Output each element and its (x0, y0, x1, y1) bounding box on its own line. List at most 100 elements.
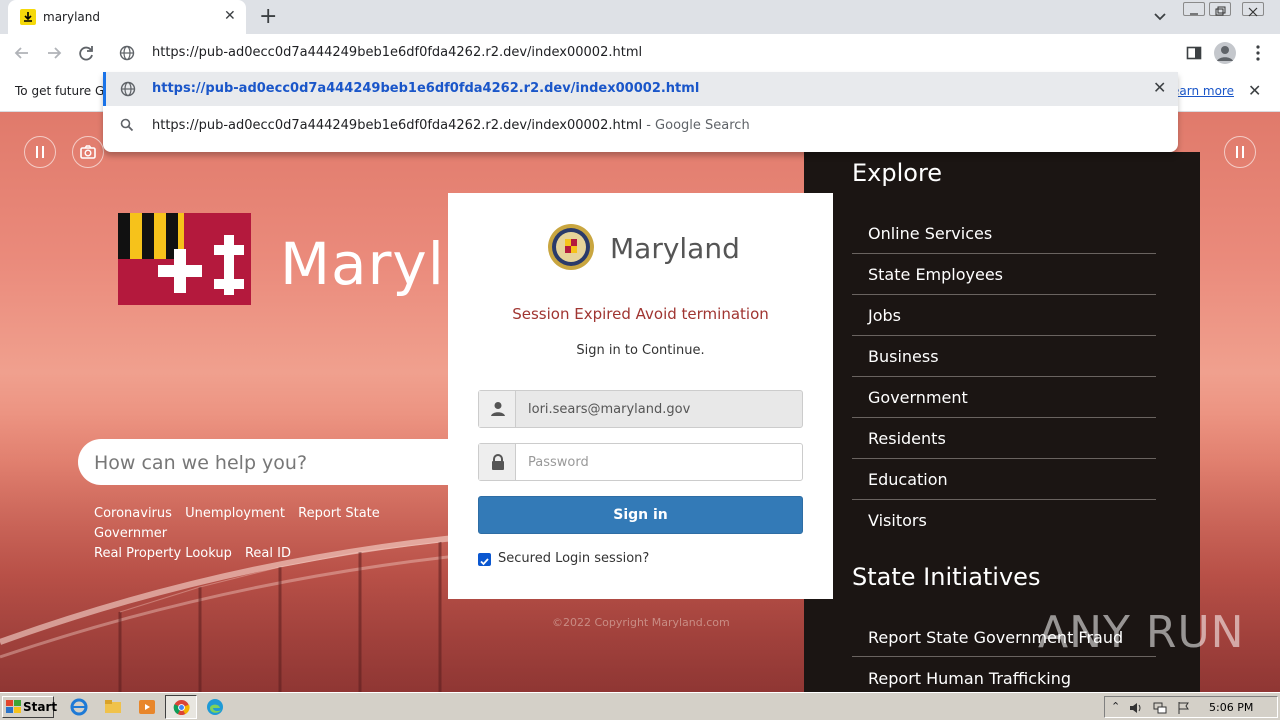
omnibox-suggestions: https://pub-ad0ecc0d7a444249beb1e6df0fda… (103, 72, 1178, 152)
explore-item-label: Jobs (868, 306, 901, 325)
search-icon (120, 118, 134, 132)
tab-close-icon[interactable]: ✕ (224, 8, 236, 24)
quick-link[interactable]: Real ID (245, 546, 291, 561)
infobar-close-icon[interactable]: ✕ (1248, 81, 1261, 100)
initiatives-title: State Initiatives (852, 563, 1041, 591)
initiative-label: Report Human Trafficking (868, 669, 1071, 688)
quick-link[interactable]: Coronavirus (94, 506, 172, 521)
explore-item[interactable]: State Employees (852, 254, 1156, 295)
login-brand: Maryland (610, 232, 740, 265)
explore-item[interactable]: Visitors (852, 500, 1156, 541)
quick-links: Coronavirus Unemployment Report State Go… (94, 504, 454, 564)
tray-expand-icon[interactable]: ⌃ (1111, 700, 1120, 713)
menu-kebab-icon[interactable] (1252, 45, 1264, 61)
maryland-seal-icon (548, 224, 594, 270)
tab-strip: maryland ✕ + (0, 0, 1280, 34)
photo-info-button[interactable] (72, 136, 104, 168)
session-warning: Session Expired Avoid termination (512, 305, 769, 323)
internet-explorer-icon[interactable] (70, 698, 88, 716)
pause-slideshow-button[interactable] (24, 136, 56, 168)
suggestion-url[interactable]: https://pub-ad0ecc0d7a444249beb1e6df0fda… (152, 81, 699, 96)
lock-icon (479, 444, 516, 480)
secured-session-label: Secured Login session? (498, 551, 650, 566)
address-bar[interactable]: https://pub-ad0ecc0d7a444249beb1e6df0fda… (103, 34, 1178, 72)
initiative-item[interactable]: Report Human Trafficking (852, 657, 1156, 692)
tab-title: maryland (43, 10, 100, 24)
quick-link[interactable]: Unemployment (185, 506, 285, 521)
page-content: Maryl How can we help you? Coronavirus U… (0, 112, 1280, 692)
start-label: Start (23, 700, 58, 714)
address-text[interactable]: https://pub-ad0ecc0d7a444249beb1e6df0fda… (152, 45, 642, 60)
site-search-input[interactable]: How can we help you? (78, 439, 478, 485)
back-arrow-icon[interactable] (11, 42, 33, 64)
pause-icon (36, 146, 44, 158)
maryland-flag-logo (118, 213, 251, 305)
pause-icon (1236, 146, 1244, 158)
suggestion-suffix: - Google Search (642, 118, 750, 133)
anyrun-watermark: ANY RUN (1038, 607, 1245, 658)
login-modal: Maryland Session Expired Avoid terminati… (448, 193, 833, 599)
password-field[interactable]: Password (478, 443, 803, 481)
start-button[interactable]: Start (2, 696, 58, 718)
explore-item-label: State Employees (868, 265, 1004, 284)
globe-icon (120, 81, 136, 97)
pause-slideshow-button-right[interactable] (1224, 136, 1256, 168)
copyright-text: ©2022 Copyright Maryland.com (552, 616, 730, 629)
media-player-icon[interactable] (138, 698, 156, 716)
system-tray: ⌃ 5:06 PM (1104, 696, 1278, 718)
tab-search-chevron-icon[interactable] (1153, 9, 1167, 23)
edge-icon[interactable] (206, 698, 224, 716)
explore-item[interactable]: Education (852, 459, 1156, 500)
quick-link[interactable]: Real Property Lookup (94, 546, 232, 561)
login-subtitle: Sign in to Continue. (576, 343, 705, 358)
checkbox-checked-icon[interactable] (478, 553, 491, 566)
download-icon (20, 9, 36, 25)
email-value: lori.sears@maryland.gov (528, 402, 691, 417)
explore-title: Explore (852, 159, 943, 187)
camera-icon (80, 145, 96, 159)
search-placeholder: How can we help you? (94, 452, 308, 474)
clock: 5:06 PM (1209, 701, 1254, 714)
chrome-taskbar-button[interactable] (165, 695, 197, 719)
browser-tab[interactable]: maryland ✕ (8, 0, 246, 34)
explore-item-label: Government (868, 388, 968, 407)
new-tab-button[interactable]: + (259, 4, 277, 30)
explore-item-label: Education (868, 470, 948, 489)
restore-button[interactable] (1209, 2, 1231, 16)
close-window-button[interactable] (1242, 2, 1264, 17)
reload-icon[interactable] (75, 42, 97, 64)
suggestion-query: https://pub-ad0ecc0d7a444249beb1e6df0fda… (152, 118, 643, 133)
explore-item[interactable]: Online Services (852, 213, 1156, 254)
explore-item-label: Business (868, 347, 939, 366)
explore-item[interactable]: Residents (852, 418, 1156, 459)
action-center-flag-icon[interactable] (1177, 701, 1191, 715)
maryland-wordmark: Maryl (280, 230, 445, 298)
person-icon (1217, 46, 1233, 61)
suggestion-search-text[interactable]: https://pub-ad0ecc0d7a444249beb1e6df0fda… (152, 118, 750, 133)
learn-more-link[interactable]: earn more (1172, 84, 1234, 98)
volume-icon[interactable] (1129, 701, 1143, 715)
explore-item[interactable]: Jobs (852, 295, 1156, 336)
password-placeholder: Password (528, 455, 589, 470)
windows-taskbar: Start ⌃ 5:06 PM (0, 692, 1280, 720)
network-icon[interactable] (1153, 701, 1167, 715)
forward-arrow-icon[interactable] (43, 42, 65, 64)
minimize-button[interactable] (1183, 2, 1205, 16)
explore-item-label: Visitors (868, 511, 927, 530)
signin-button[interactable]: Sign in (478, 496, 803, 534)
remove-suggestion-icon[interactable]: ✕ (1153, 78, 1166, 97)
explore-item-label: Residents (868, 429, 946, 448)
explore-item[interactable]: Business (852, 336, 1156, 377)
side-panel-icon[interactable] (1186, 45, 1202, 61)
suggestion-url-row[interactable]: https://pub-ad0ecc0d7a444249beb1e6df0fda… (103, 72, 1178, 106)
globe-icon (119, 45, 135, 61)
suggestion-search-row[interactable]: https://pub-ad0ecc0d7a444249beb1e6df0fda… (103, 108, 1178, 142)
profile-avatar[interactable] (1214, 42, 1236, 64)
file-explorer-icon[interactable] (104, 698, 122, 716)
windows-logo-icon (6, 700, 21, 713)
email-field[interactable]: lori.sears@maryland.gov (478, 390, 803, 428)
explore-item[interactable]: Government (852, 377, 1156, 418)
chrome-icon (173, 699, 190, 716)
infobar-message: To get future G (15, 84, 105, 98)
explore-item-label: Online Services (868, 224, 993, 243)
